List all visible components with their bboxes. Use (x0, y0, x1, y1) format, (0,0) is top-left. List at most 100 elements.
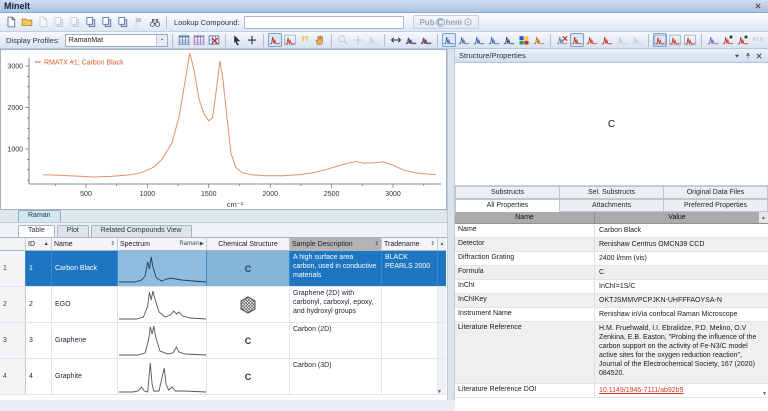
tab-attachments[interactable]: Attachments (560, 199, 664, 212)
sort-icon[interactable]: ⇕ (110, 241, 115, 247)
new-document-icon[interactable] (3, 15, 18, 30)
row-number-gutter[interactable]: 3 (0, 323, 26, 358)
property-name-header[interactable]: Name (455, 212, 595, 223)
text-annotation-tool-icon[interactable]: TT (298, 33, 312, 47)
panel-splitter[interactable] (447, 49, 455, 400)
cell-name[interactable]: Carbon Black (52, 251, 118, 286)
overlay-spectra-icon[interactable] (404, 33, 418, 47)
sort-asc-icon[interactable]: ▲ (44, 241, 49, 247)
sort-icon[interactable]: ⇕ (430, 240, 435, 249)
cell-id[interactable]: 3 (26, 323, 52, 358)
peak-pick-tool-icon[interactable] (268, 33, 282, 47)
cell-chemical-structure[interactable]: C (207, 359, 290, 394)
rainbow-view-icon[interactable] (532, 33, 546, 47)
pubchem-button[interactable]: Pub C hem (413, 15, 479, 29)
doi-link[interactable]: 10.1149/1945-7111/ab92b9 (595, 384, 768, 397)
cell-tradename[interactable] (382, 359, 438, 394)
show-current-spectrum-icon[interactable] (570, 33, 584, 47)
cell-spectrum[interactable] (118, 251, 207, 286)
compare-list-icon[interactable] (653, 33, 667, 47)
combobox-dropdown-icon[interactable]: ▪ (156, 35, 167, 46)
table-row-graphite[interactable]: 44GraphiteCCarbon (3D) (0, 359, 446, 395)
column-header-name[interactable]: Name ⇕ (52, 238, 118, 250)
open-file-icon[interactable] (19, 15, 34, 30)
pointer-tool-icon[interactable] (230, 33, 244, 47)
property-row-inchi[interactable]: InChIInChI=1S/C (455, 280, 768, 294)
table-scrollbar-up[interactable]: ▲ (438, 238, 446, 250)
property-row-detector[interactable]: DetectorRenishaw Centrus OMCN39 CCD (455, 238, 768, 252)
delete-table-icon[interactable] (207, 33, 221, 47)
property-row-diffraction-grating[interactable]: Diffraction Grating2400 l/mm (vis) (455, 252, 768, 266)
column-header-sample-description[interactable]: Sample Description ⇕ (290, 238, 382, 250)
single-spectrum-view-icon[interactable] (442, 33, 456, 47)
cell-sample-description[interactable]: Carbon (2D) (290, 323, 382, 358)
cell-chemical-structure[interactable] (207, 287, 290, 322)
copy-with-format-icon[interactable] (99, 15, 114, 30)
raman-spectrum-chart[interactable]: 50010001500200025003000100020003000cm⁻¹R… (1, 50, 446, 209)
peak-region-tool-icon[interactable] (283, 33, 297, 47)
edit-table-icon[interactable] (192, 33, 206, 47)
table-row-carbon-black[interactable]: 11Carbon BlackCA high surface area carbo… (0, 251, 446, 287)
stacked-view-icon[interactable] (457, 33, 471, 47)
tab-raman[interactable]: Raman (18, 210, 61, 222)
split-view-icon[interactable] (487, 33, 501, 47)
remove-favorite-spectrum-icon[interactable] (736, 33, 750, 47)
tab-substructs[interactable]: Substructs (455, 186, 560, 199)
tab-all-properties[interactable]: All Properties (455, 199, 560, 212)
crosshair-tool-icon[interactable] (245, 33, 259, 47)
property-row-name[interactable]: NameCarbon Black (455, 224, 768, 238)
cell-name[interactable]: Graphite (52, 359, 118, 394)
cell-tradename[interactable]: BLACK PEARLS 2000 (382, 251, 438, 286)
table-row-ego[interactable]: 22EGOGraphene (2D) with carbonyl, carbox… (0, 287, 446, 323)
table-scrollbar-down[interactable]: ▼ (437, 389, 442, 395)
expand-icon[interactable]: ▶ (200, 241, 204, 247)
cell-tradename[interactable] (382, 287, 438, 322)
display-profile-combobox[interactable]: RamanMat ▪ (65, 34, 168, 47)
pan-tool-icon[interactable] (313, 33, 327, 47)
properties-scrollbar-down[interactable]: ▼ (762, 391, 767, 397)
spectrum-chart-panel[interactable]: 50010001500200025003000100020003000cm⁻¹R… (0, 49, 447, 210)
cell-chemical-structure[interactable]: C (207, 251, 290, 286)
properties-scrollbar-up[interactable]: ▲ (759, 212, 768, 223)
property-row-instrument-name[interactable]: Instrument NameRenishaw inVia confocal R… (455, 308, 768, 322)
cell-spectrum[interactable] (118, 287, 207, 322)
cell-name[interactable]: EGO (52, 287, 118, 322)
cell-spectrum[interactable] (118, 323, 207, 358)
show-three-spectra-icon[interactable] (600, 33, 614, 47)
cell-sample-description[interactable]: A high surface area carbon, used in cond… (290, 251, 382, 286)
close-window-button[interactable] (752, 1, 764, 11)
property-row-formula[interactable]: FormulaC (455, 266, 768, 280)
transfer-spectrum-icon[interactable] (706, 33, 720, 47)
cell-name[interactable]: Graphene (52, 323, 118, 358)
table-row-graphene[interactable]: 33GrapheneCCarbon (2D) (0, 323, 446, 359)
cell-id[interactable]: 1 (26, 251, 52, 286)
add-favorite-spectrum-icon[interactable] (721, 33, 735, 47)
row-number-gutter[interactable]: 4 (0, 359, 26, 394)
structure-viewer[interactable]: C (455, 63, 768, 186)
copy-icon[interactable] (83, 15, 98, 30)
cell-sample-description[interactable]: Graphene (2D) with carbonyl, carboxyl, e… (290, 287, 382, 322)
compare-three-icon[interactable] (683, 33, 697, 47)
cell-id[interactable]: 2 (26, 287, 52, 322)
pin-panel-icon[interactable] (742, 50, 753, 61)
tab-preferred-properties[interactable]: Preferred Properties (664, 199, 768, 212)
tab-plot[interactable]: Plot (57, 225, 89, 237)
panel-menu-icon[interactable] (731, 50, 742, 61)
row-number-gutter[interactable]: 1 (0, 251, 26, 286)
heatmap-view-icon[interactable] (517, 33, 531, 47)
stack-spectra-icon[interactable] (419, 33, 433, 47)
property-row-literature-reference-doi[interactable]: Literature Reference DOI10.1149/1945-711… (455, 384, 768, 398)
clear-spectra-icon[interactable] (555, 33, 569, 47)
close-panel-icon[interactable] (753, 50, 764, 61)
column-header-id[interactable]: ID ▲ (26, 238, 52, 250)
tab-related-compounds-view[interactable]: Related Compounds View (91, 225, 192, 237)
cell-chemical-structure[interactable]: C (207, 323, 290, 358)
compare-two-icon[interactable] (668, 33, 682, 47)
table-scrollbar-track[interactable] (438, 287, 446, 322)
property-value-header[interactable]: Value (595, 212, 759, 223)
find-compound-icon[interactable] (147, 15, 162, 30)
table-view-icon[interactable] (177, 33, 191, 47)
show-two-spectra-icon[interactable] (585, 33, 599, 47)
cell-id[interactable]: 4 (26, 359, 52, 394)
tab-sel-substructs[interactable]: Sel. Substructs (560, 186, 664, 199)
